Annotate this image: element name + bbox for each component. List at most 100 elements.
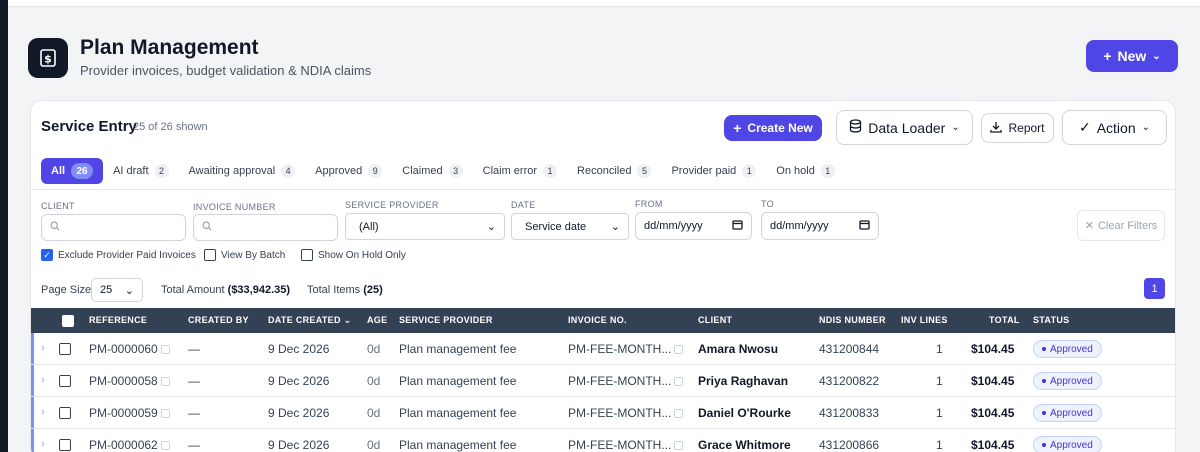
calendar-icon[interactable] (859, 219, 870, 233)
copy-icon[interactable] (674, 409, 684, 419)
service-provider-select[interactable]: (All) ⌄ (345, 213, 505, 240)
table-row[interactable]: › PM-0000059 — 9 Dec 2026 0d Plan manage… (31, 397, 1175, 429)
col-client[interactable]: CLIENT (698, 315, 732, 325)
copy-icon[interactable] (160, 441, 170, 451)
tab-on-hold[interactable]: On hold 1 (766, 158, 845, 184)
cell-client[interactable]: Priya Raghavan (698, 374, 788, 388)
page-button-1[interactable]: 1 (1144, 278, 1165, 299)
service-provider-label: SERVICE PROVIDER (345, 200, 439, 210)
tab-approved[interactable]: Approved 9 (305, 158, 392, 184)
cell-client[interactable]: Amara Nwosu (698, 342, 778, 356)
cell-ndis-number: 431200822 (819, 374, 880, 388)
close-icon: ✕ (1084, 220, 1094, 232)
col-status[interactable]: STATUS (1033, 315, 1069, 325)
report-button[interactable]: Report (981, 113, 1054, 143)
row-checkbox[interactable] (59, 407, 71, 419)
col-inv-lines[interactable]: INV LINES (901, 315, 948, 325)
tab-awaiting-approval[interactable]: Awaiting approval 4 (179, 158, 306, 184)
tab-ai-draft[interactable]: AI draft 2 (103, 158, 178, 184)
cell-age: 0d (367, 438, 381, 452)
service-entry-card: Service Entry 25 of 26 shown + Create Ne… (30, 100, 1176, 452)
from-date-input[interactable]: dd/mm/yyyy (635, 212, 752, 240)
new-button[interactable]: + New ⌄ (1086, 40, 1178, 72)
col-total[interactable]: TOTAL (989, 315, 1020, 325)
client-search-input[interactable] (41, 214, 186, 241)
database-icon (849, 119, 862, 136)
show-on-hold-checkbox[interactable]: Show On Hold Only (301, 249, 406, 261)
view-by-batch-checkbox[interactable]: View By Batch (204, 249, 285, 261)
tab-reconciled[interactable]: Reconciled 5 (567, 158, 661, 184)
checkbox-checked-icon: ✓ (41, 249, 53, 261)
col-ndis-number[interactable]: NDIS NUMBER (819, 315, 886, 325)
tab-count-badge: 4 (281, 164, 296, 178)
action-button[interactable]: ✓ Action ⌄ (1062, 110, 1167, 145)
row-checkbox[interactable] (59, 343, 71, 355)
invoice-number-input[interactable] (193, 214, 338, 241)
download-icon (990, 121, 1003, 136)
tab-claimed[interactable]: Claimed 3 (392, 158, 472, 184)
status-text: Approved (1050, 375, 1093, 387)
exclude-provider-paid-checkbox[interactable]: ✓ Exclude Provider Paid Invoices (41, 249, 196, 261)
status-badge: Approved (1033, 436, 1102, 452)
service-provider-value: (All) (359, 220, 379, 233)
copy-icon[interactable] (160, 345, 170, 355)
status-badge: Approved (1033, 340, 1102, 358)
to-date-input[interactable]: dd/mm/yyyy (761, 212, 879, 240)
status-dot-icon (1042, 443, 1046, 447)
tab-count-badge: 9 (368, 164, 383, 178)
cell-age: 0d (367, 406, 381, 420)
page-size-select[interactable]: 25 ⌄ (91, 278, 143, 302)
copy-icon[interactable] (160, 377, 170, 387)
col-date-created[interactable]: DATE CREATED ⌄ (268, 315, 351, 326)
cell-client[interactable]: Grace Whitmore (698, 438, 791, 452)
tab-provider-paid[interactable]: Provider paid 1 (661, 158, 766, 184)
data-loader-button[interactable]: Data Loader ⌄ (836, 110, 973, 145)
reference-text: PM-0000058 (89, 374, 158, 388)
col-created-by[interactable]: CREATED BY (188, 315, 249, 325)
col-service-provider[interactable]: SERVICE PROVIDER (399, 315, 493, 325)
cell-client[interactable]: Daniel O'Rourke (698, 406, 791, 420)
page-size-label: Page Size (41, 284, 92, 296)
calendar-icon[interactable] (732, 219, 743, 233)
row-checkbox[interactable] (59, 375, 71, 387)
chevron-right-icon[interactable]: › (41, 406, 45, 418)
top-bar (8, 0, 1200, 7)
page-size-value: 25 (100, 284, 113, 296)
search-icon (50, 221, 60, 234)
cell-service-provider: Plan management fee (399, 438, 517, 452)
copy-icon[interactable] (674, 345, 684, 355)
plus-icon: + (733, 120, 742, 136)
col-reference[interactable]: REFERENCE (89, 315, 147, 325)
create-new-button[interactable]: + Create New (724, 115, 822, 141)
row-checkbox[interactable] (59, 439, 71, 451)
cell-inv-lines: 1 (936, 342, 943, 356)
service-entry-table: REFERENCE CREATED BY DATE CREATED ⌄ AGE … (31, 308, 1175, 452)
table-row[interactable]: › PM-0000062 — 9 Dec 2026 0d Plan manage… (31, 429, 1175, 452)
select-all-checkbox[interactable] (62, 315, 74, 327)
date-type-select[interactable]: Service date ⌄ (511, 213, 629, 240)
cell-date-created: 9 Dec 2026 (268, 374, 330, 388)
cell-age: 0d (367, 342, 381, 356)
copy-icon[interactable] (160, 409, 170, 419)
tab-label: Reconciled (577, 165, 632, 177)
col-invoice-no[interactable]: INVOICE NO. (568, 315, 627, 325)
checkbox-icon (301, 249, 313, 261)
table-row[interactable]: › PM-0000060 — 9 Dec 2026 0d Plan manage… (31, 333, 1175, 365)
clear-filters-button[interactable]: ✕ Clear Filters (1077, 210, 1165, 241)
invoice-no-text: PM-FEE-MONTH... (568, 406, 672, 420)
tab-all[interactable]: All 26 (41, 158, 104, 184)
clear-filters-label: Clear Filters (1097, 219, 1158, 232)
cell-invoice-no: PM-FEE-MONTH... (568, 374, 684, 388)
copy-icon[interactable] (674, 377, 684, 387)
tab-label: Claimed (402, 165, 443, 177)
copy-icon[interactable] (674, 441, 684, 451)
col-age[interactable]: AGE (367, 315, 387, 325)
chevron-right-icon[interactable]: › (41, 342, 45, 354)
chevron-right-icon[interactable]: › (41, 374, 45, 386)
chevron-right-icon[interactable]: › (41, 438, 45, 450)
cell-inv-lines: 1 (936, 406, 943, 420)
row-accent (31, 429, 34, 452)
table-row[interactable]: › PM-0000058 — 9 Dec 2026 0d Plan manage… (31, 365, 1175, 397)
tab-claim-error[interactable]: Claim error 1 (473, 158, 567, 184)
cell-inv-lines: 1 (936, 374, 943, 388)
